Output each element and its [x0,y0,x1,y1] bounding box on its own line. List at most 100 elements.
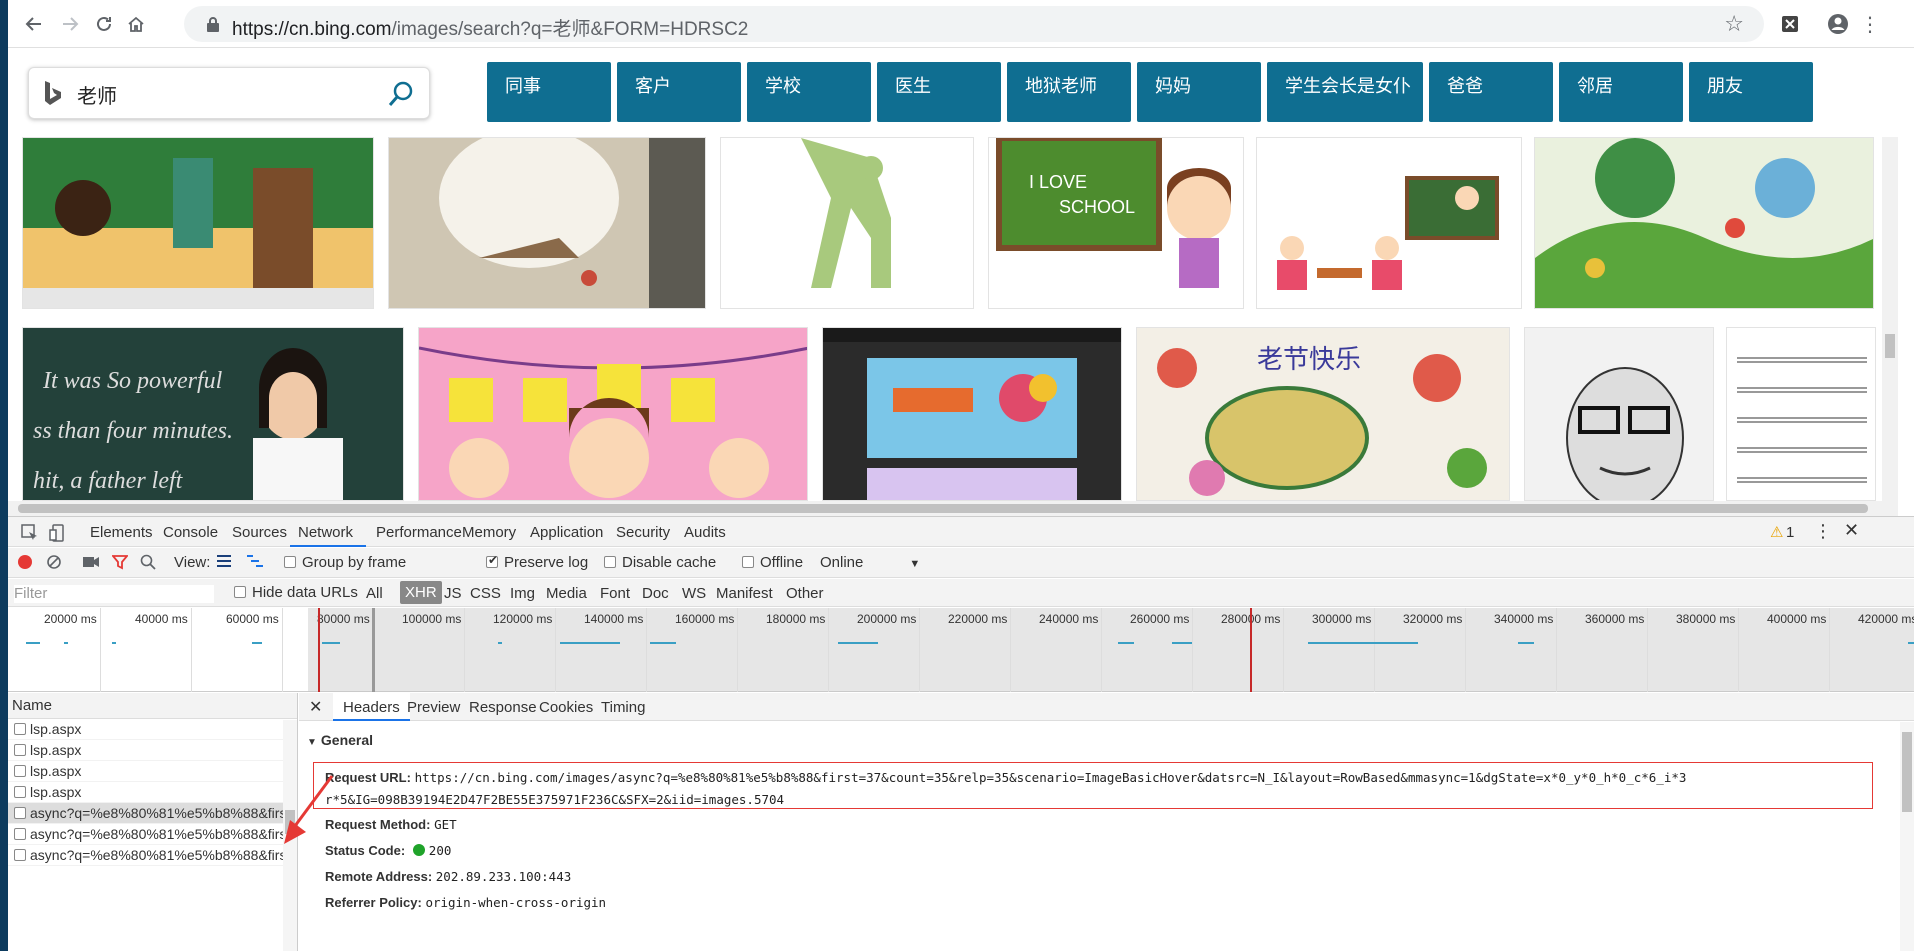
image-thumbnail[interactable]: I LOVE SCHOOL [988,137,1244,309]
image-thumbnail[interactable] [1726,327,1876,501]
address-bar[interactable]: https://cn.bing.com/images/search?q=老师&F… [184,6,1764,42]
tab-cookies[interactable]: Cookies [539,699,593,716]
tab-memory[interactable]: Memory [462,524,516,541]
disable-cache-checkbox[interactable]: Disable cache [604,554,716,571]
related-search-chip[interactable]: 朋友 [1689,62,1813,122]
type-filter-font[interactable]: Font [600,585,630,602]
clear-icon[interactable] [46,554,62,574]
type-filter-manifest[interactable]: Manifest [716,585,773,602]
type-filter-js[interactable]: JS [444,585,462,602]
tab-elements[interactable]: Elements [90,524,153,541]
related-search-chip[interactable]: 地狱老师 [1007,62,1131,122]
large-rows-icon[interactable] [216,554,232,572]
image-thumbnail[interactable] [720,137,974,309]
related-search-chip[interactable]: 邻居 [1559,62,1683,122]
forward-icon[interactable] [56,10,84,38]
type-filter-xhr[interactable]: XHR [400,581,442,604]
device-toolbar-icon[interactable] [44,519,72,547]
request-row[interactable]: lsp.aspx [8,719,297,740]
hide-data-urls-checkbox[interactable]: Hide data URLs [234,584,358,601]
search-icon[interactable] [387,80,415,108]
scrollbar-thumb[interactable] [1902,732,1912,812]
profile-avatar-icon[interactable] [1824,10,1852,38]
back-icon[interactable] [20,10,48,38]
tab-timing[interactable]: Timing [601,699,645,716]
page-horizontal-scrollbar[interactable] [8,501,1898,516]
group-by-frame-label: Group by frame [302,554,407,571]
request-row-selected[interactable]: async?q=%e8%80%81%e5%b8%88&first=378 [8,803,297,824]
request-row[interactable]: async?q=%e8%80%81%e5%b8%88&first=113 [8,845,297,866]
overview-drag-handle[interactable] [372,608,375,692]
capture-screenshots-icon[interactable] [82,554,100,574]
record-icon[interactable] [18,555,32,573]
request-row[interactable]: lsp.aspx [8,761,297,782]
preserve-log-checkbox[interactable]: ✔ Preserve log [486,553,588,571]
group-by-frame-checkbox[interactable]: Group by frame [284,554,406,571]
tab-audits[interactable]: Audits [684,524,726,541]
related-search-chip[interactable]: 客户 [617,62,741,122]
image-thumbnail[interactable] [1524,327,1714,501]
image-thumbnail[interactable] [1534,137,1874,309]
bookmark-star-icon[interactable]: ☆ [1724,11,1744,37]
request-row[interactable]: lsp.aspx [8,740,297,761]
search-icon[interactable] [140,554,156,574]
menu-kebab-icon[interactable]: ⋮ [1856,10,1884,38]
tab-preview[interactable]: Preview [407,699,460,716]
tab-network[interactable]: Network [298,524,353,541]
tab-sources[interactable]: Sources [232,524,287,541]
tab-response[interactable]: Response [469,699,537,716]
image-thumbnail[interactable] [822,327,1122,501]
devtools-panel: Elements Console Sources Network Perform… [8,516,1914,951]
search-input[interactable]: 老师 [77,80,117,109]
disable-cache-label: Disable cache [622,554,717,571]
tab-security[interactable]: Security [616,524,670,541]
related-search-chip[interactable]: 学生会长是女仆 [1267,62,1423,122]
scrollbar-thumb[interactable] [18,504,1868,513]
search-box[interactable]: 老师 [28,67,430,119]
related-search-chip[interactable]: 爸爸 [1429,62,1553,122]
related-search-chip[interactable]: 学校 [747,62,871,122]
close-devtools-icon[interactable]: ✕ [1844,520,1859,541]
throttling-select[interactable]: Online ▼ [820,554,920,571]
tab-application[interactable]: Application [530,524,603,541]
network-overview-timeline[interactable]: 20000 ms 40000 ms 60000 ms 80000 ms 1000… [8,608,1914,692]
image-thumbnail[interactable]: It was So powerful ss than four minutes. h… [22,327,404,501]
waterfall-overview-icon[interactable] [246,554,264,572]
related-search-chip[interactable]: 同事 [487,62,611,122]
warning-icon[interactable]: ⚠ [1770,523,1783,541]
reload-icon[interactable] [90,10,118,38]
type-filter-media[interactable]: Media [546,585,587,602]
type-filter-other[interactable]: Other [786,585,824,602]
related-search-chip[interactable]: 医生 [877,62,1001,122]
inspect-element-icon[interactable] [16,519,44,547]
image-thumbnail[interactable] [418,327,808,501]
general-section-toggle[interactable]: ▼ General [307,732,373,748]
type-filter-css[interactable]: CSS [470,585,501,602]
close-detail-icon[interactable]: ✕ [309,697,322,717]
related-search-chip[interactable]: 妈妈 [1137,62,1261,122]
filter-input[interactable]: Filter [14,585,214,603]
tab-headers[interactable]: Headers [333,693,410,721]
request-row[interactable]: lsp.aspx [8,782,297,803]
image-thumbnail[interactable] [22,137,374,309]
scrollbar-thumb[interactable] [1885,334,1895,358]
detail-scrollbar[interactable] [1900,722,1914,951]
tab-console[interactable]: Console [163,524,218,541]
timeline-tick-label: 240000 ms [1039,612,1099,626]
timeline-tick-label: 420000 ms [1858,612,1914,626]
extension-icon[interactable] [1776,10,1804,38]
filter-icon[interactable] [111,554,129,574]
request-row[interactable]: async?q=%e8%80%81%e5%b8%88&first=768 [8,824,297,845]
image-thumbnail[interactable]: 老节快乐 [1136,327,1510,501]
home-icon[interactable] [122,10,150,38]
type-filter-doc[interactable]: Doc [642,585,669,602]
name-column-header[interactable]: Name [8,693,297,719]
tab-performance[interactable]: Performance [376,524,462,541]
type-filter-img[interactable]: Img [510,585,535,602]
devtools-menu-icon[interactable]: ⋮ [1814,521,1832,542]
image-thumbnail[interactable] [388,137,706,309]
image-thumbnail[interactable] [1256,137,1522,309]
type-filter-all[interactable]: All [366,585,383,602]
offline-checkbox[interactable]: Offline [742,554,803,571]
type-filter-ws[interactable]: WS [682,585,706,602]
